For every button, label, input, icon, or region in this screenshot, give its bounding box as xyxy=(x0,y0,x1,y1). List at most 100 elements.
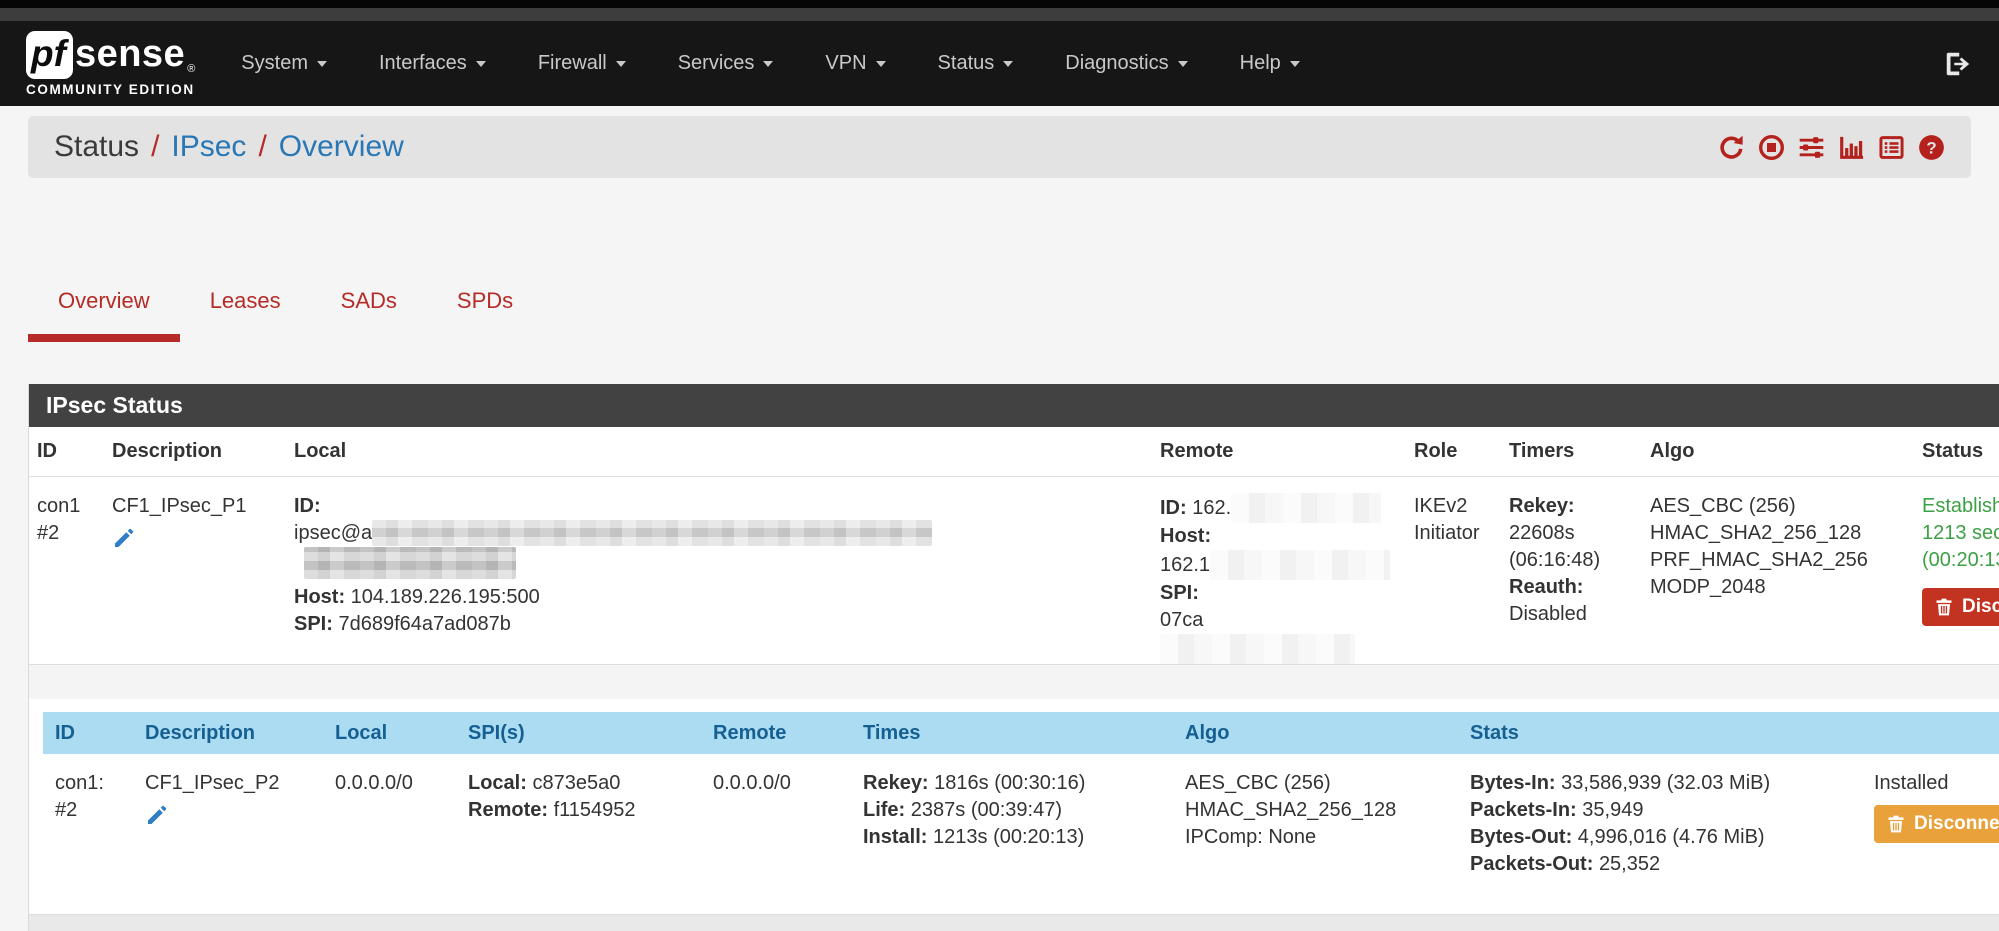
nav-item-system[interactable]: System xyxy=(241,52,327,75)
nav-item-diagnostics[interactable]: Diagnostics xyxy=(1065,52,1187,75)
empty-stripe-row xyxy=(29,914,1999,931)
ike-cell-description: CF1_IPsec_P1 xyxy=(104,477,286,664)
child-cell-algo: AES_CBC (256) HMAC_SHA2_256_128 IPComp: … xyxy=(1173,754,1458,914)
child-cell-spis: Local: c873e5a0 Remote: f1154952 xyxy=(456,754,701,914)
nav-item-firewall[interactable]: Firewall xyxy=(538,52,626,75)
help-icon[interactable]: ? xyxy=(1918,134,1945,161)
col-header-times: Times xyxy=(851,712,1173,754)
breadcrumb-link-overview[interactable]: Overview xyxy=(279,130,404,164)
nav-item-interfaces[interactable]: Interfaces xyxy=(379,52,486,75)
refresh-icon[interactable] xyxy=(1718,134,1745,161)
child-cell-local: 0.0.0.0/0 xyxy=(323,754,456,914)
redacted-block xyxy=(1160,634,1355,664)
col-header-id: ID xyxy=(43,712,133,754)
log-list-icon[interactable] xyxy=(1878,134,1905,161)
chevron-down-icon xyxy=(1178,61,1188,67)
nav-item-help[interactable]: Help xyxy=(1240,52,1300,75)
trash-icon xyxy=(1934,597,1954,617)
col-header-remote: Remote xyxy=(1152,427,1406,477)
ipsec-tabs: Overview Leases SADs SPDs xyxy=(28,268,1999,342)
col-header-algo: Algo xyxy=(1642,427,1914,477)
ipsec-status-panel: IPsec Status ID Description Local Remote… xyxy=(28,384,1999,931)
breadcrumb-section: Status xyxy=(54,130,139,164)
breadcrumb-separator: / xyxy=(151,130,159,164)
col-header-timers: Timers xyxy=(1501,427,1642,477)
edit-pencil-icon[interactable] xyxy=(145,803,169,827)
connection-description: CF1_IPsec_P1 xyxy=(112,493,278,520)
pfsense-logo[interactable]: pf sense ® COMMUNITY EDITION xyxy=(26,31,195,97)
col-header-algo: Algo xyxy=(1173,712,1458,754)
chevron-down-icon xyxy=(616,61,626,67)
tab-sads[interactable]: SADs xyxy=(311,268,427,342)
tab-spds[interactable]: SPDs xyxy=(427,268,543,342)
breadcrumb-link-ipsec[interactable]: IPsec xyxy=(171,130,246,164)
logo-pf-badge: pf xyxy=(26,31,73,79)
ike-cell-local: ID: ipsec@a Host: 104.189.226.195:500 SP… xyxy=(286,477,1152,664)
navbar-menu: System Interfaces Firewall Services VPN … xyxy=(241,52,1299,75)
remote-id-value: 162. xyxy=(1192,497,1231,519)
child-cell-remote: 0.0.0.0/0 xyxy=(701,754,851,914)
nav-item-services[interactable]: Services xyxy=(678,52,774,75)
child-cell-status: Installed Disconnect xyxy=(1858,754,1999,914)
disconnect-button[interactable]: Disconnect xyxy=(1922,588,1999,626)
chevron-down-icon xyxy=(317,61,327,67)
ike-cell-status: Established 1213 seconds (00:20:13) ago … xyxy=(1914,477,1999,664)
col-header-remote: Remote xyxy=(701,712,851,754)
breadcrumb: Status / IPsec / Overview xyxy=(54,130,404,164)
tab-leases[interactable]: Leases xyxy=(180,268,311,342)
edit-pencil-icon[interactable] xyxy=(112,526,136,550)
logo-edition-text: COMMUNITY EDITION xyxy=(26,82,195,97)
child-cell-times: Rekey: 1816s (00:30:16) Life: 2387s (00:… xyxy=(851,754,1173,914)
remote-host-value: 162.1 xyxy=(1160,554,1210,576)
col-header-local: Local xyxy=(323,712,456,754)
panel-title: IPsec Status xyxy=(29,384,1999,427)
trash-icon xyxy=(1886,814,1906,834)
child-cell-stats: Bytes-In: 33,586,939 (32.03 MiB) Packets… xyxy=(1458,754,1858,914)
chevron-down-icon xyxy=(763,61,773,67)
bar-chart-icon[interactable] xyxy=(1838,134,1865,161)
ike-cell-remote: ID: 162. Host: 162.1 SPI: 07ca xyxy=(1152,477,1406,664)
window-title-strip xyxy=(0,8,1999,21)
stop-icon[interactable] xyxy=(1758,134,1785,161)
col-header-actions xyxy=(1858,712,1999,754)
child-sa-section: ID Description Local SPI(s) Remote Times… xyxy=(29,699,1999,914)
breadcrumb-separator: / xyxy=(258,130,266,164)
col-header-spis: SPI(s) xyxy=(456,712,701,754)
col-header-description: Description xyxy=(104,427,286,477)
page-action-icons: ? xyxy=(1718,134,1945,161)
nav-item-vpn[interactable]: VPN xyxy=(825,52,885,75)
child-sa-table: ID Description Local SPI(s) Remote Times… xyxy=(43,712,1999,914)
child-cell-id: con1: #2 xyxy=(43,754,133,914)
ike-cell-timers: Rekey: 22608s (06:16:48) Reauth: Disable… xyxy=(1501,477,1642,664)
redacted-block xyxy=(1231,493,1381,523)
logo-registered-mark: ® xyxy=(187,63,195,75)
chevron-down-icon xyxy=(1290,61,1300,67)
local-id-value: ipsec@a xyxy=(294,522,372,544)
ike-cell-algo: AES_CBC (256) HMAC_SHA2_256_128 PRF_HMAC… xyxy=(1642,477,1914,664)
child-cell-description: CF1_IPsec_P2 xyxy=(133,754,323,914)
status-established: Established xyxy=(1922,493,1999,520)
connection-description: CF1_IPsec_P2 xyxy=(145,770,311,797)
ike-cell-id: con1 #2 xyxy=(29,477,104,664)
col-header-description: Description xyxy=(133,712,323,754)
chevron-down-icon xyxy=(876,61,886,67)
tab-overview[interactable]: Overview xyxy=(28,268,180,342)
nav-item-status[interactable]: Status xyxy=(938,52,1014,75)
sign-out-icon[interactable] xyxy=(1943,49,1973,79)
window-top-strip xyxy=(0,0,1999,8)
breadcrumb-bar: Status / IPsec / Overview ? xyxy=(28,116,1971,178)
disconnect-button[interactable]: Disconnect xyxy=(1874,805,1999,843)
sliders-icon[interactable] xyxy=(1798,134,1825,161)
col-header-stats: Stats xyxy=(1458,712,1858,754)
col-header-id: ID xyxy=(29,427,104,477)
chevron-down-icon xyxy=(1003,61,1013,67)
logo-sense-text: sense xyxy=(75,33,185,76)
remote-spi-value: 07ca xyxy=(1160,609,1203,631)
col-header-status: Status xyxy=(1914,427,1999,477)
local-spi-value: 7d689f64a7ad087b xyxy=(338,613,510,635)
main-navbar: pf sense ® COMMUNITY EDITION System Inte… xyxy=(0,21,1999,106)
local-host-value: 104.189.226.195:500 xyxy=(351,586,540,608)
ike-cell-role: IKEv2 Initiator xyxy=(1406,477,1501,664)
status-installed: Installed xyxy=(1874,770,1999,797)
redacted-block xyxy=(372,520,932,546)
